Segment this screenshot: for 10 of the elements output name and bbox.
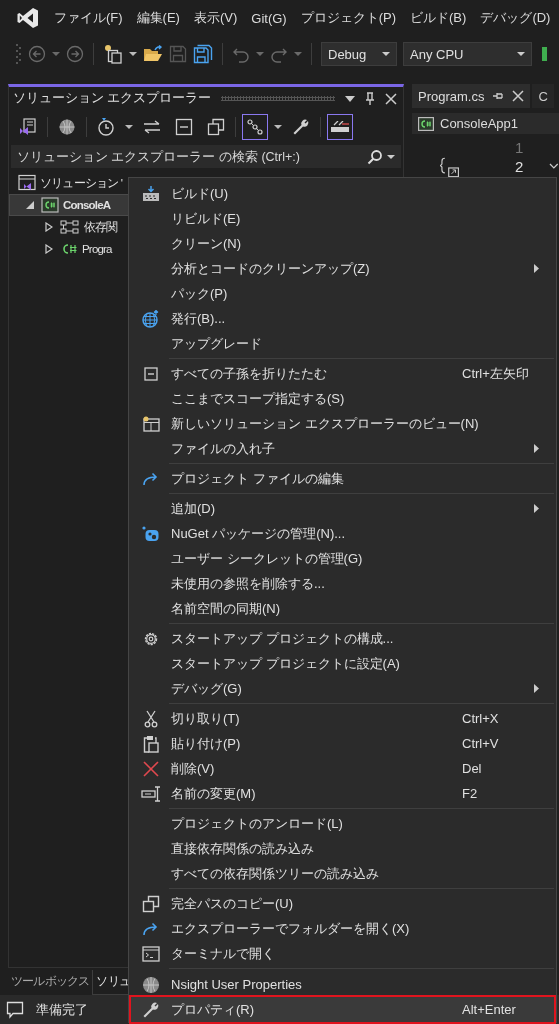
shortcut-text: Ctrl+V <box>462 736 499 751</box>
panel-title: ソリューション エクスプローラー <box>13 90 212 107</box>
shortcut-text: Ctrl+X <box>462 711 499 726</box>
shortcut-text: Alt+Enter <box>462 1002 516 1017</box>
line-number: 2 <box>513 157 524 176</box>
shortcut-text: Ctrl+左矢印 <box>462 365 529 381</box>
line-number: 1 <box>513 138 524 157</box>
shortcut-text: F2 <box>462 786 478 801</box>
shortcut-text: Del <box>462 761 482 776</box>
status-text: 準備完了 <box>36 1000 88 1019</box>
